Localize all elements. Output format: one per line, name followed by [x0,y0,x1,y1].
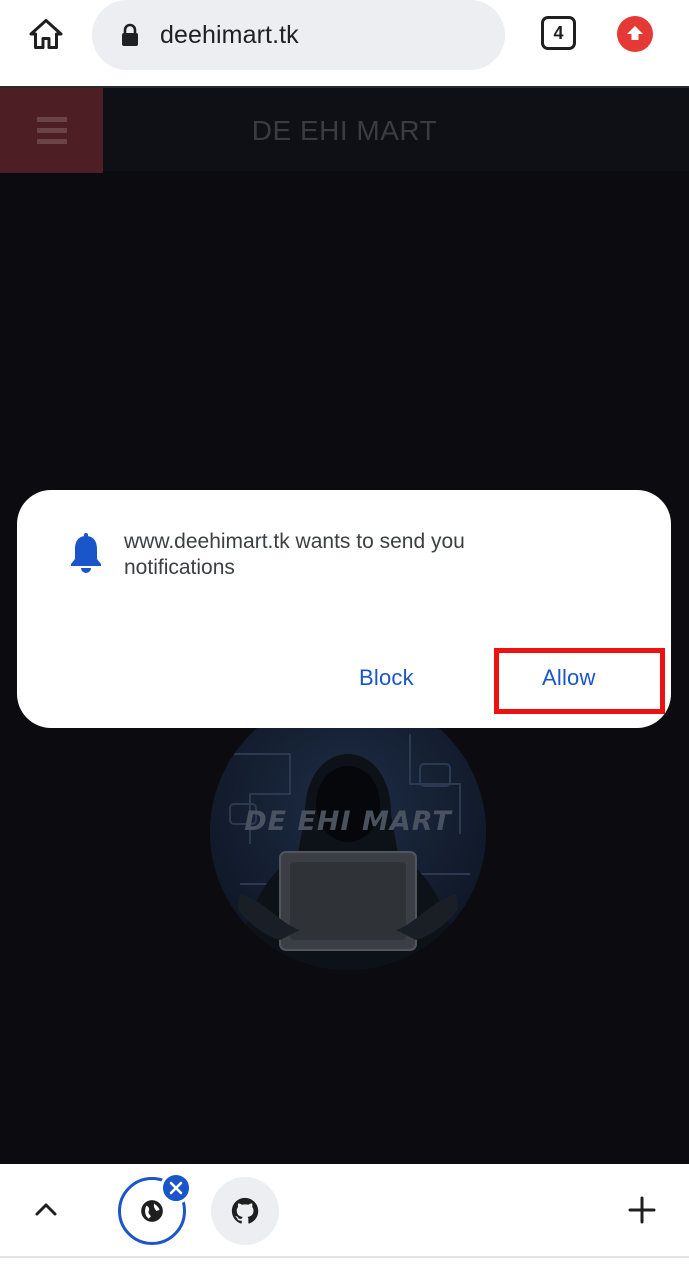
url-text: deehimart.tk [160,20,299,49]
expand-tabs-button[interactable] [28,1194,64,1224]
update-arrow-icon [627,26,643,40]
site-header: DE EHI MART [0,86,689,173]
menu-icon-bar [36,128,67,133]
chevron-up-icon [35,1203,57,1216]
new-tab-button[interactable] [624,1192,660,1228]
lock-icon [120,23,140,47]
menu-icon-bar [36,139,67,144]
menu-icon-bar [36,117,67,122]
site-title: DE EHI MART [251,114,438,146]
plus-icon [628,1196,656,1224]
home-button[interactable] [24,14,68,54]
dialog-message: www.deehimart.tk wants to send you notif… [124,530,465,579]
bell-icon [71,533,101,573]
close-tab-button[interactable] [160,1172,192,1204]
system-nav-area [0,1256,689,1280]
home-icon [29,19,63,49]
hamburger-menu-button[interactable] [0,88,103,173]
address-bar[interactable]: deehimart.tk [92,0,505,70]
browser-window: deehimart.tk 4 DE EHI MART DE EHI MART w… [0,0,689,1280]
site-logo: DE EHI MART [210,694,486,970]
tab-strip [0,1164,689,1256]
block-button[interactable]: Block [359,665,414,691]
notification-permission-dialog: www.deehimart.tk wants to send you notif… [17,490,671,728]
close-icon [169,1181,183,1195]
logo-text: DE EHI MART [244,806,452,837]
tab-switcher-button[interactable]: 4 [541,16,576,50]
github-icon [231,1197,259,1224]
update-button[interactable] [617,16,653,52]
browser-toolbar: deehimart.tk 4 [0,0,689,86]
allow-button[interactable]: Allow [542,665,596,691]
tab-github[interactable] [211,1177,279,1245]
globe-icon [141,1200,163,1222]
